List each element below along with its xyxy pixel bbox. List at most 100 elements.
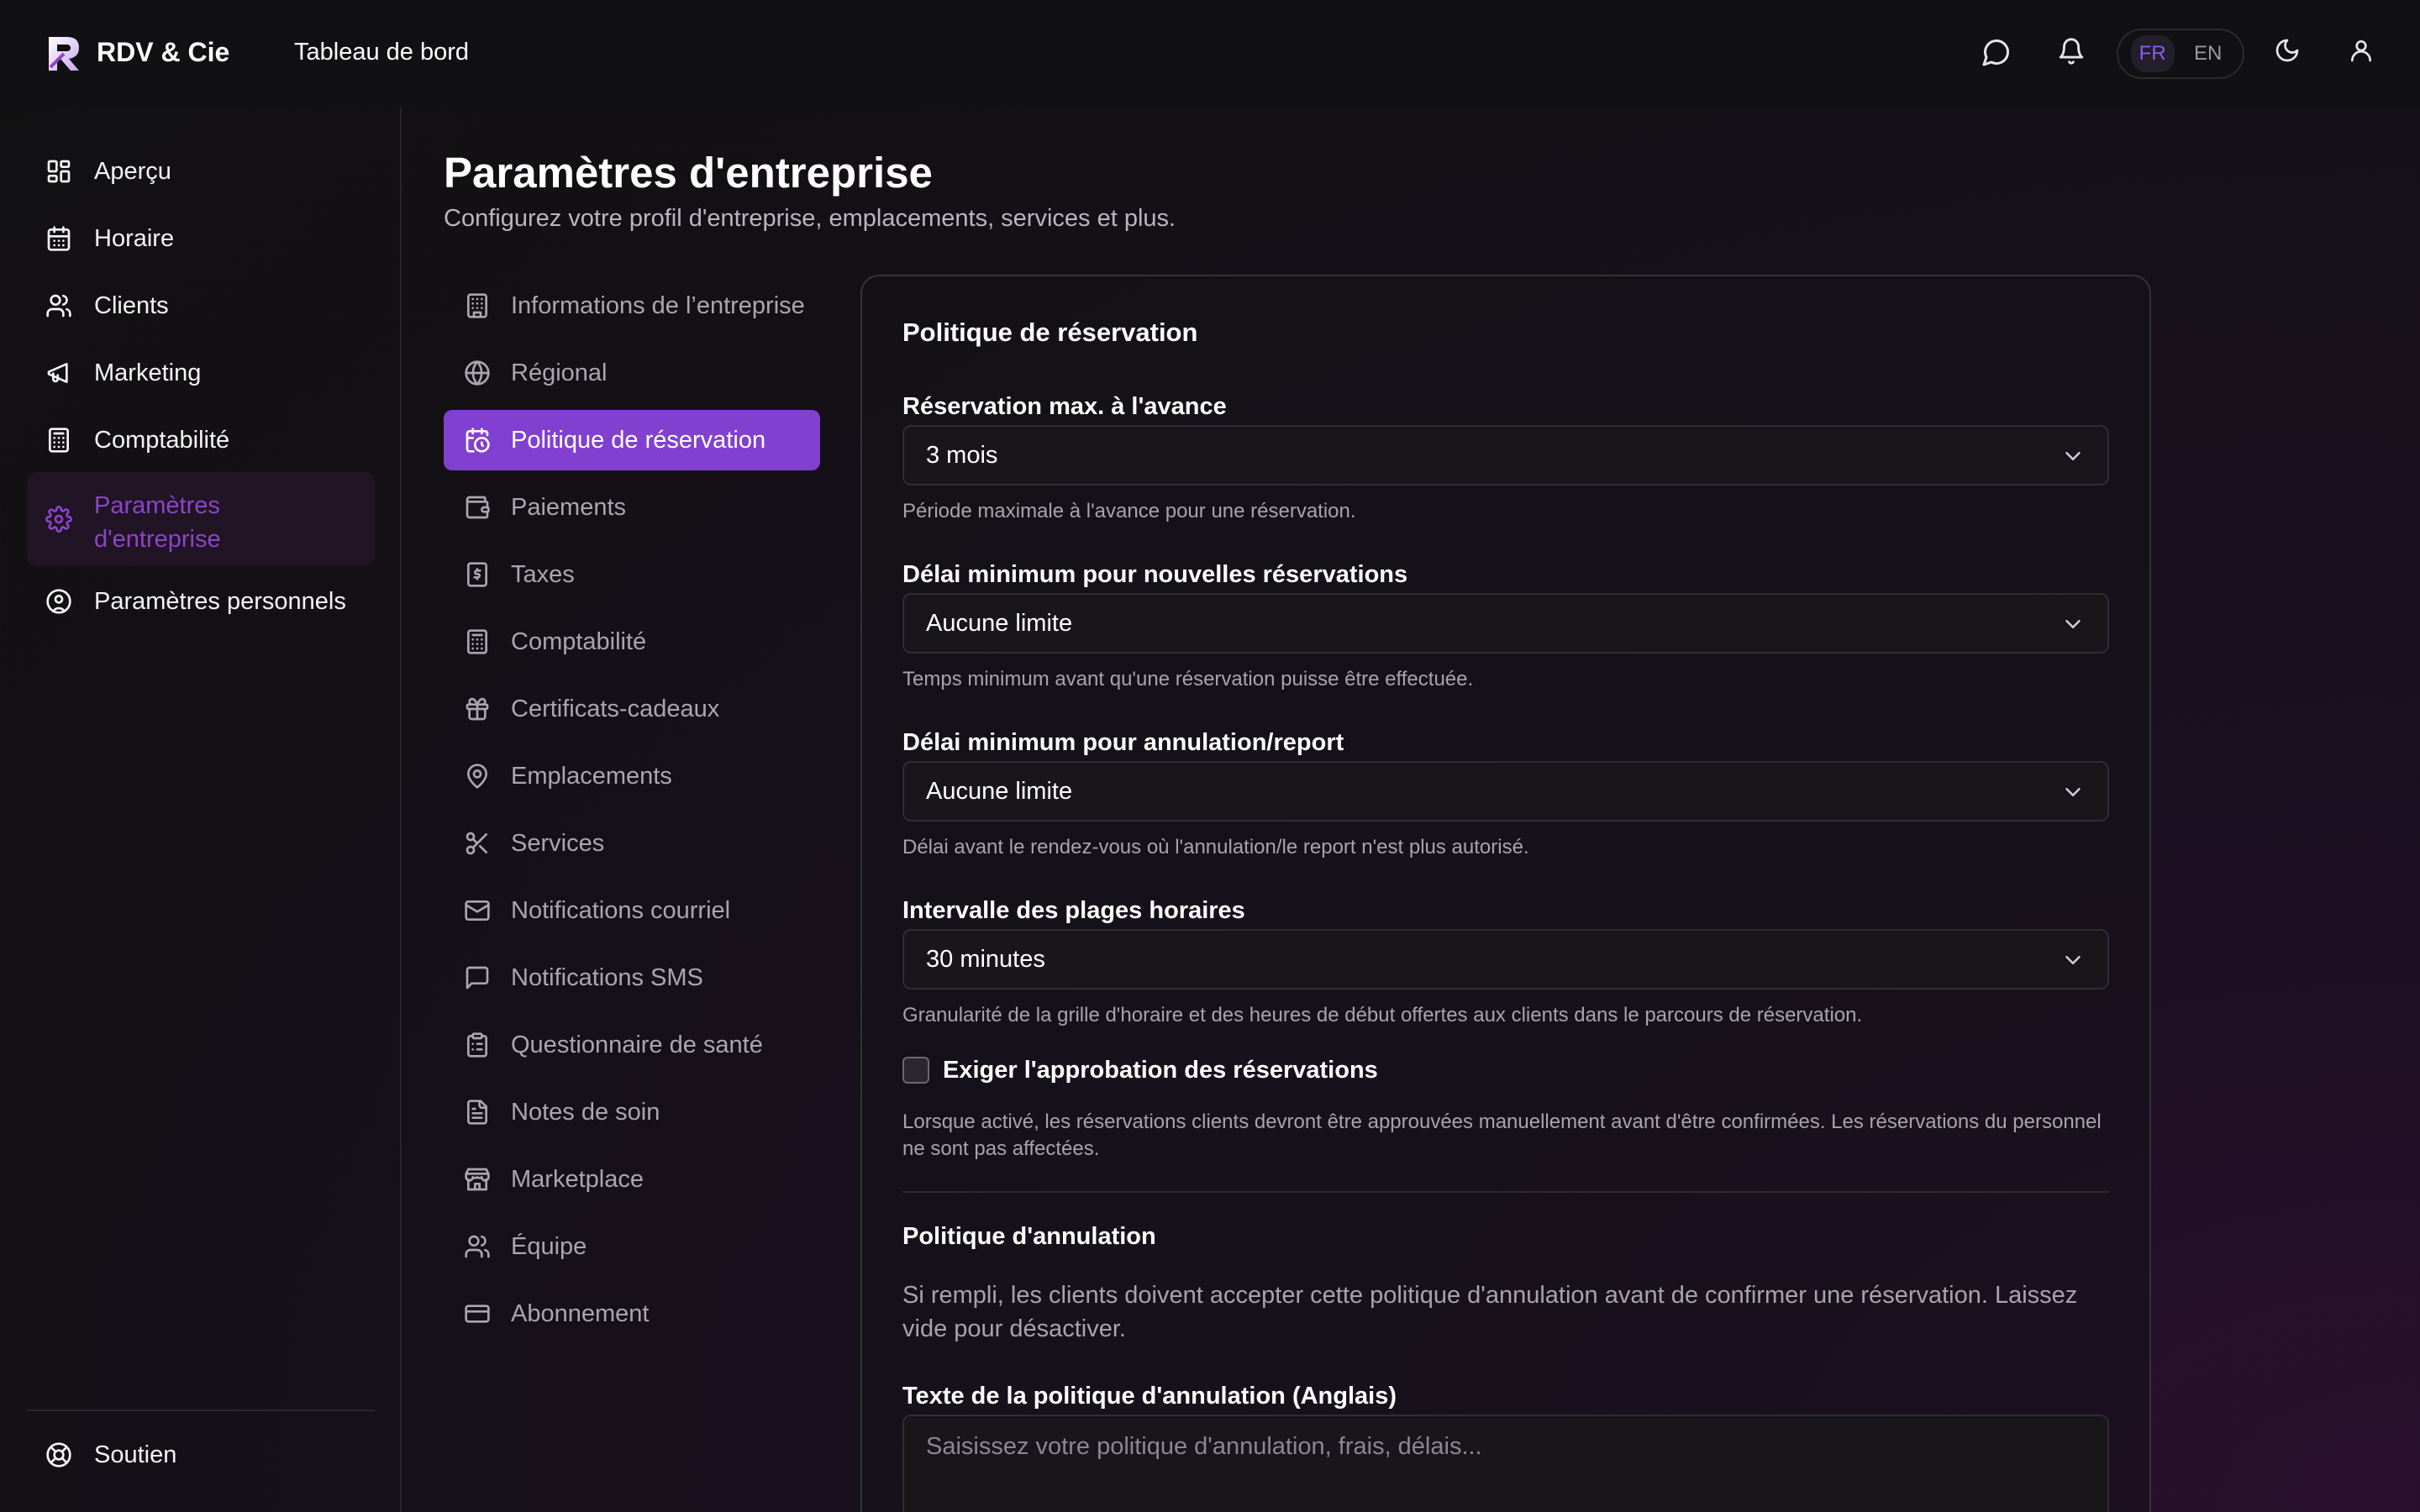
settings-nav-certificats-cadeaux[interactable]: Certificats-cadeaux [444,679,820,739]
min-new-label: Délai minimum pour nouvelles réservation… [902,561,1408,588]
select-value: Aucune limite [926,777,1073,805]
scissors-icon [466,832,487,855]
settings-nav-marketplace[interactable]: Marketplace [444,1149,820,1210]
sidebar-item-label-line1: Paramètres [94,492,220,519]
settings-nav-notifications-courriel[interactable]: Notifications courriel [444,880,820,941]
settings-nav-label: Services [511,829,605,857]
settings-nav-label: Informations de l’entreprise [511,291,805,319]
settings-nav-label: Politique de réservation [511,426,766,454]
notifications-button[interactable] [2057,37,2091,71]
min-new-select[interactable]: Aucune limite [902,593,2109,654]
top-header: RDV & Cie Tableau de bord FR EN [0,0,2420,108]
building-icon [467,293,487,318]
sidebar-item-apercu[interactable]: Aperçu [27,141,375,202]
cancellation-title: Politique d'annulation [902,1223,1156,1250]
textarea-placeholder: Saisissez votre politique d'annulation, … [926,1433,1482,1460]
sidebar-item-soutien[interactable]: Soutien [27,1425,375,1485]
sidebar-item-comptabilite[interactable]: Comptabilité [27,410,375,470]
message-icon [466,966,489,990]
chat-button[interactable] [1981,37,2015,71]
card-title: Politique de réservation [902,318,1198,347]
header-title: Tableau de bord [294,39,469,66]
settings-nav-label: Emplacements [511,762,672,790]
settings-nav-emplacements[interactable]: Emplacements [444,746,820,806]
settings-nav-comptabilite[interactable]: Comptabilité [444,612,820,672]
sidebar-item-marketing[interactable]: Marketing [27,343,375,403]
sidebar-item-clients[interactable]: Clients [27,276,375,336]
settings-nav-label: Taxes [511,560,575,588]
sidebar-item-label-line2: d'entreprise [94,526,221,553]
slot-interval-hint: Granularité de la grille d'horaire et de… [902,1004,1863,1026]
settings-nav-services[interactable]: Services [444,813,820,874]
logo-icon [49,37,79,71]
approval-hint: Lorsque activé, les réservations clients… [902,1110,2102,1160]
settings-nav-label: Abonnement [511,1299,650,1327]
lang-fr-option[interactable]: FR [2130,35,2175,72]
section-divider [902,1191,2109,1193]
settings-nav-label: Questionnaire de santé [511,1031,763,1058]
settings-nav-questionnaire-sante[interactable]: Questionnaire de santé [444,1015,820,1075]
lang-en-option[interactable]: EN [2186,35,2230,72]
moon-icon [2275,39,2299,62]
min-cancel-hint: Délai avant le rendez-vous où l'annulati… [902,836,1529,858]
settings-nav-paiements[interactable]: Paiements [444,477,820,538]
wallet-icon [466,496,490,519]
settings-nav-taxes[interactable]: Taxes [444,544,820,605]
settings-nav-notifications-sms[interactable]: Notifications SMS [444,948,820,1008]
settings-nav-label: Certificats-cadeaux [511,695,720,722]
slot-interval-label: Intervalle des plages horaires [902,897,1245,924]
brand-name[interactable]: RDV & Cie [97,37,229,68]
store-icon [465,1168,490,1191]
settings-nav-label: Comptabilité [511,627,647,655]
team-icon [465,1235,490,1258]
approval-checkbox[interactable] [902,1057,929,1084]
calculator-icon [49,428,69,453]
approval-label[interactable]: Exiger l'approbation des réservations [943,1057,1378,1084]
sidebar-item-horaire[interactable]: Horaire [27,208,375,269]
chevron-down-icon [2065,956,2081,964]
gear-icon [45,506,72,533]
megaphone-icon [47,363,68,383]
cancellation-textarea[interactable]: Saisissez votre politique d'annulation, … [902,1415,2109,1512]
user-menu-button[interactable] [2348,37,2381,71]
chevron-down-icon [2065,452,2081,460]
clipboard-icon [467,1032,487,1058]
mail-icon [465,900,490,921]
settings-nav-label: Marketplace [511,1165,644,1193]
cancellation-description: Si rempli, les clients doivent accepter … [902,1282,2078,1342]
theme-toggle-button[interactable] [2274,37,2307,71]
credit-card-icon [465,1305,490,1323]
settings-nav-label: Équipe [511,1232,587,1260]
sidebar-item-parametres-entreprise[interactable]: Paramètres d'entreprise [27,472,375,566]
calendar-clock-icon [466,428,490,453]
chat-icon [1982,39,2010,66]
settings-nav-regional[interactable]: Régional [444,343,820,403]
settings-nav-notes-soin[interactable]: Notes de soin [444,1082,820,1142]
sidebar-item-label: Marketing [94,359,202,386]
users-icon [46,294,71,318]
page-title: Paramètres d'entreprise [444,149,933,197]
sidebar-item-parametres-personnels[interactable]: Paramètres personnels [27,571,375,632]
settings-nav-politique-reservation[interactable]: Politique de réservation [444,410,820,470]
gift-icon [466,697,489,721]
max-advance-select[interactable]: 3 mois [902,425,2109,486]
sidebar-item-label: Clients [94,291,169,319]
sidebar-item-label: Soutien [94,1441,177,1468]
slot-interval-select[interactable]: 30 minutes [902,929,2109,990]
user-circle-icon [46,589,71,614]
settings-nav-informations[interactable]: Informations de l’entreprise [444,276,820,336]
calculator-icon [467,629,487,654]
settings-nav-label: Notifications courriel [511,896,731,924]
settings-nav-label: Régional [511,359,608,386]
page-subtitle: Configurez votre profil d'entreprise, em… [444,205,1176,232]
settings-nav-equipe[interactable]: Équipe [444,1216,820,1277]
max-advance-hint: Période maximale à l'avance pour une rés… [902,500,1356,522]
select-value: 30 minutes [926,945,1045,973]
settings-nav-label: Paiements [511,493,627,521]
min-cancel-select[interactable]: Aucune limite [902,761,2109,822]
settings-nav-label: Notes de soin [511,1098,660,1126]
sidebar-divider [27,1410,375,1411]
settings-nav-abonnement[interactable]: Abonnement [444,1284,820,1344]
cancellation-text-label: Texte de la politique d'annulation (Angl… [902,1383,1397,1410]
language-switch[interactable]: FR EN [2117,29,2244,79]
